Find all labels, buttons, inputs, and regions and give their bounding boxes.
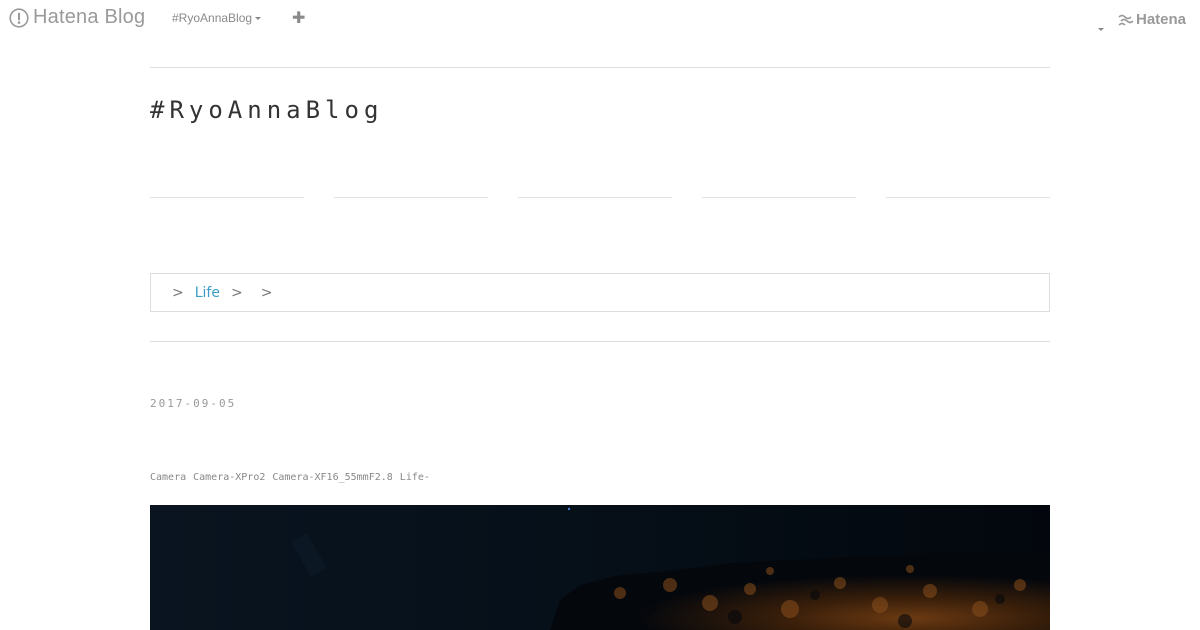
photo-icon	[150, 505, 1050, 630]
user-menu-toggle[interactable]	[1095, 16, 1104, 35]
blog-switcher-dropdown[interactable]: #RyoAnnaBlog	[172, 11, 262, 25]
hatena-logo-label: Hatena	[1136, 11, 1187, 28]
entry-categories: Camera Camera-XPro2 Camera-XF16_55mmF2.8…	[150, 472, 437, 483]
hatena-logo-link[interactable]: Hatena	[1118, 11, 1186, 28]
hatena-wave-icon	[1118, 14, 1134, 26]
hatena-blog-brand-link[interactable]: Hatena Blog	[9, 6, 145, 29]
hatena-blog-logo-icon	[9, 7, 29, 28]
nav-item-5[interactable]	[886, 197, 1050, 198]
brand-label: Hatena Blog	[33, 6, 146, 28]
nav-item-3[interactable]	[518, 197, 672, 198]
nav-item-1[interactable]	[150, 197, 304, 198]
nav-item-4[interactable]	[702, 197, 856, 198]
entry-date-link[interactable]: 2017-09-05	[150, 397, 236, 410]
category-link[interactable]: Life-	[400, 472, 430, 483]
entry-photo[interactable]	[150, 505, 1050, 630]
breadcrumb-separator: >	[230, 284, 243, 301]
category-link[interactable]: Camera	[150, 472, 186, 483]
breadcrumb-separator: >	[172, 284, 184, 301]
nav-item-2[interactable]	[334, 197, 488, 198]
category-link[interactable]: Camera-XF16_55mmF2.8	[272, 472, 392, 483]
content-divider	[150, 341, 1050, 342]
breadcrumb: > Life > >	[150, 273, 1050, 312]
blog-switcher-label: #RyoAnnaBlog	[172, 11, 253, 25]
new-entry-button[interactable]: ✚	[292, 9, 305, 27]
blog-title-link[interactable]: #RyoAnnaBlog	[150, 96, 383, 124]
header-divider	[150, 67, 1050, 68]
category-link[interactable]: Camera-XPro2	[193, 472, 265, 483]
chevron-down-icon	[255, 16, 262, 20]
breadcrumb-separator: >	[260, 284, 273, 301]
chevron-down-icon	[1098, 28, 1104, 31]
global-header: Hatena Blog #RyoAnnaBlog ✚ Hatena	[0, 0, 1200, 38]
plus-icon: ✚	[292, 8, 306, 27]
breadcrumb-category-life[interactable]: Life	[195, 285, 220, 301]
